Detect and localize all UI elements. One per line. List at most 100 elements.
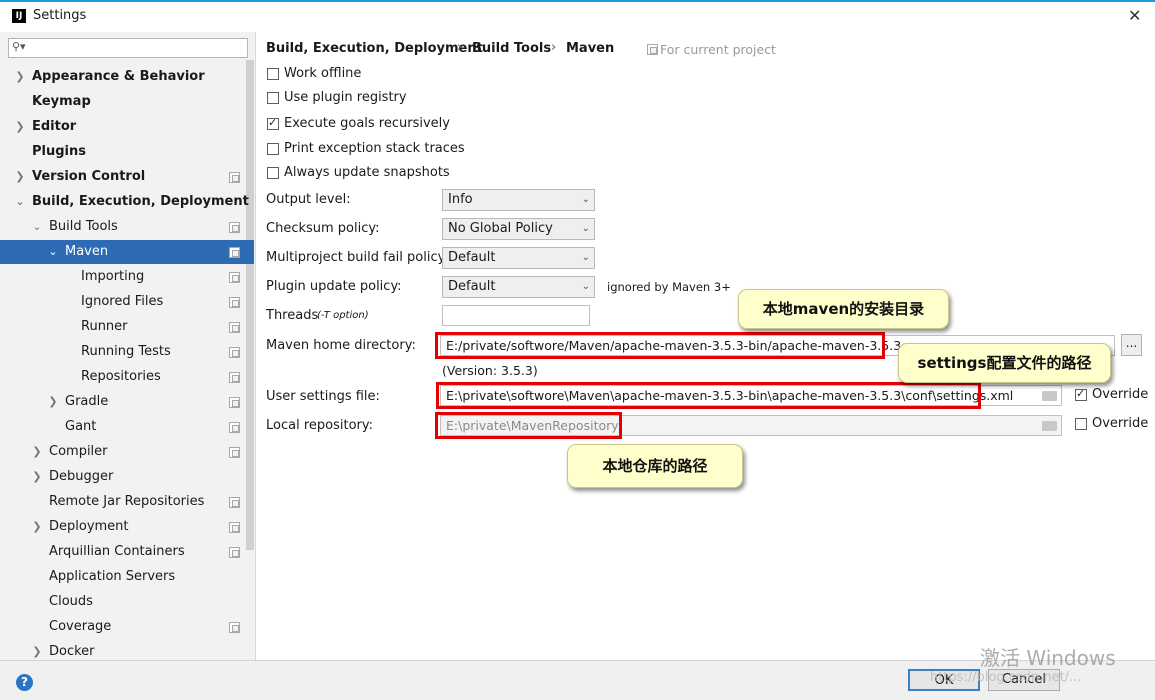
chevron-down-icon: ⌄: [581, 281, 590, 292]
threads-label: Threads: [266, 308, 319, 323]
chevron-right-icon: ❯: [15, 170, 25, 183]
sidebar-item-gant[interactable]: Gant: [0, 415, 246, 439]
multiproject-fail-policy-label: Multiproject build fail policy:: [266, 250, 449, 265]
sidebar-item-label: Ignored Files: [81, 294, 164, 309]
sidebar-item-clouds[interactable]: Clouds: [0, 590, 246, 614]
sidebar-item-label: Running Tests: [81, 344, 171, 359]
print-exception-stack-traces-label: Print exception stack traces: [284, 141, 465, 156]
project-scope-icon: [229, 322, 240, 333]
local-repository-highlight: [435, 412, 622, 439]
sidebar-item-importing[interactable]: Importing: [0, 265, 246, 289]
chevron-right-icon: ❯: [32, 470, 42, 483]
settings-file-callout: settings配置文件的路径: [898, 343, 1111, 383]
sidebar-item-build-tools[interactable]: ⌄ Build Tools: [0, 215, 246, 239]
multiproject-fail-policy-select[interactable]: Default ⌄: [442, 247, 595, 269]
local-repository-callout: 本地仓库的路径: [567, 444, 743, 488]
sidebar-item-label: Editor: [32, 119, 77, 134]
maven-version: (Version: 3.5.3): [442, 363, 538, 378]
sidebar-item-label: Clouds: [49, 594, 93, 609]
project-scope-icon: [229, 297, 240, 308]
sidebar-item-compiler[interactable]: ❯ Compiler: [0, 440, 246, 464]
project-scope-icon: [229, 522, 240, 533]
project-scope-icon: [229, 422, 240, 433]
breadcrumb-build-tools: Build Tools: [472, 41, 552, 56]
sidebar-item-label: Build, Execution, Deployment: [32, 194, 249, 209]
sidebar-item-arquillian-containers[interactable]: Arquillian Containers: [0, 540, 246, 564]
use-plugin-registry-label: Use plugin registry: [284, 90, 407, 105]
sidebar-item-plugins[interactable]: Plugins: [0, 140, 246, 164]
sidebar-item-deployment[interactable]: ❯ Deployment: [0, 515, 246, 539]
project-scope-icon: [229, 547, 240, 558]
project-scope-icon: [229, 447, 240, 458]
sidebar-item-label: Gant: [65, 419, 97, 434]
chevron-down-icon: ⌄: [581, 223, 590, 234]
breadcrumb-separator: ›: [457, 40, 463, 55]
sidebar-item-label: Version Control: [32, 169, 146, 184]
sidebar-item-build-execution-deployment[interactable]: ⌄ Build, Execution, Deployment: [0, 190, 249, 214]
sidebar-item-label: Keymap: [32, 94, 91, 109]
sidebar-item-application-servers[interactable]: Application Servers: [0, 565, 246, 589]
sidebar-item-label: Importing: [81, 269, 145, 284]
chevron-right-icon: ❯: [15, 120, 25, 133]
folder-icon[interactable]: [1042, 421, 1057, 431]
print-exception-stack-traces-checkbox[interactable]: [267, 143, 279, 155]
sidebar-item-running-tests[interactable]: Running Tests: [0, 340, 246, 364]
sidebar-item-version-control[interactable]: ❯ Version Control: [0, 165, 246, 189]
project-scope-icon: [229, 247, 240, 258]
sidebar-item-appearance[interactable]: ❯ Appearance & Behavior: [0, 65, 246, 89]
sidebar-item-label: Debugger: [49, 469, 114, 484]
plugin-update-policy-select[interactable]: Default ⌄: [442, 276, 595, 298]
output-level-value: Info: [448, 192, 473, 207]
checksum-policy-value: No Global Policy: [448, 221, 553, 236]
sidebar-scrollbar[interactable]: [246, 60, 254, 550]
chevron-down-icon: ⌄: [32, 220, 42, 233]
sidebar-item-runner[interactable]: Runner: [0, 315, 246, 339]
project-scope-icon: [229, 372, 240, 383]
close-icon[interactable]: ✕: [1128, 6, 1141, 25]
project-scope-icon: [229, 172, 240, 183]
sidebar-item-repositories[interactable]: Repositories: [0, 365, 246, 389]
sidebar-item-label: Compiler: [49, 444, 108, 459]
search-input[interactable]: [8, 38, 248, 58]
windows-activation-watermark: 激活 Windows: [980, 646, 1116, 670]
search-icon: ⚲▾: [12, 40, 26, 53]
user-settings-override-checkbox[interactable]: [1075, 387, 1087, 401]
help-icon[interactable]: ?: [16, 674, 33, 691]
execute-goals-recursively-label: Execute goals recursively: [284, 116, 450, 131]
project-scope-icon: [229, 272, 240, 283]
sidebar-item-coverage[interactable]: Coverage: [0, 615, 246, 639]
project-scope-icon: [229, 222, 240, 233]
chevron-right-icon: ❯: [32, 445, 42, 458]
execute-goals-recursively-checkbox[interactable]: [267, 116, 279, 130]
sidebar-item-editor[interactable]: ❯ Editor: [0, 115, 246, 139]
work-offline-checkbox[interactable]: [267, 68, 279, 80]
chevron-down-icon: ⌄: [581, 252, 590, 263]
user-settings-highlight: [436, 382, 981, 409]
output-level-select[interactable]: Info ⌄: [442, 189, 595, 211]
always-update-snapshots-checkbox[interactable]: [267, 167, 279, 179]
chevron-right-icon: ❯: [15, 70, 25, 83]
breadcrumb-build-execution-deployment: Build, Execution, Deployment: [266, 41, 483, 56]
sidebar-item-keymap[interactable]: Keymap: [0, 90, 246, 114]
maven-home-highlight: [435, 332, 885, 359]
sidebar-item-ignored-files[interactable]: Ignored Files: [0, 290, 246, 314]
sidebar-item-remote-jar-repositories[interactable]: Remote Jar Repositories: [0, 490, 246, 514]
sidebar-item-maven[interactable]: ⌄ Maven: [0, 240, 254, 264]
project-scope-icon: [647, 44, 658, 55]
intellij-logo-icon: IJ: [12, 9, 26, 23]
output-level-label: Output level:: [266, 192, 351, 207]
browse-button[interactable]: ...: [1121, 334, 1142, 356]
local-repository-override-checkbox[interactable]: [1075, 418, 1087, 430]
project-scope-icon: [229, 622, 240, 633]
folder-icon[interactable]: [1042, 391, 1057, 401]
threads-hint: (-T option): [317, 310, 369, 321]
local-repository-override-label: Override: [1092, 416, 1149, 431]
threads-input[interactable]: [442, 305, 590, 326]
sidebar-item-gradle[interactable]: ❯ Gradle: [0, 390, 246, 414]
chevron-right-icon: ❯: [32, 520, 42, 533]
use-plugin-registry-checkbox[interactable]: [267, 92, 279, 104]
sidebar-item-label: Repositories: [81, 369, 161, 384]
checksum-policy-select[interactable]: No Global Policy ⌄: [442, 218, 595, 240]
sidebar-item-label: Application Servers: [49, 569, 176, 584]
sidebar-item-debugger[interactable]: ❯ Debugger: [0, 465, 246, 489]
